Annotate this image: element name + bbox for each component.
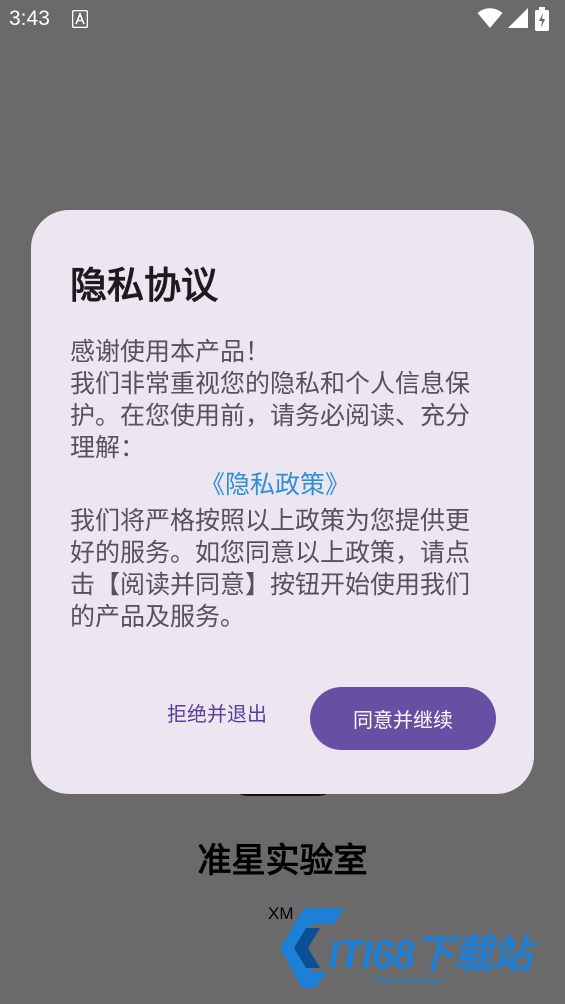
watermark-small-text: ITI68 Download [371, 976, 442, 987]
privacy-dialog: 隐私协议 感谢使用本产品！ 我们非常重视您的隐私和个人信息保护。在您使用前，请务… [31, 210, 534, 794]
a-badge-icon [71, 9, 89, 32]
privacy-policy-link[interactable]: 《隐私政策》 [70, 469, 480, 501]
intro-line: 我们非常重视您的隐私和个人信息保护。在您使用前，请务必阅读、充分理解： [70, 369, 471, 462]
status-icons [477, 7, 557, 31]
dialog-title: 隐私协议 [70, 264, 218, 307]
status-time: 3:43 [9, 7, 50, 30]
intro-line: 感谢使用本产品！ [70, 337, 271, 366]
outro-text: 我们将严格按照以上政策为您提供更好的服务。如您同意以上政策，请点击【阅读并同意】… [70, 506, 471, 631]
watermark: ITI68下载站 ITI68 Download [276, 900, 561, 1000]
watermark-text: ITI68下载站 [328, 933, 532, 977]
app-title: 准星实验室 [197, 841, 368, 881]
dialog-body: 感谢使用本产品！ 我们非常重视您的隐私和个人信息保护。在您使用前，请务必阅读、充… [70, 336, 480, 633]
agree-continue-button[interactable]: 同意并继续 [310, 687, 496, 750]
status-bar: 3:43 [0, 0, 565, 40]
decline-exit-button[interactable]: 拒绝并退出 [149, 696, 285, 732]
